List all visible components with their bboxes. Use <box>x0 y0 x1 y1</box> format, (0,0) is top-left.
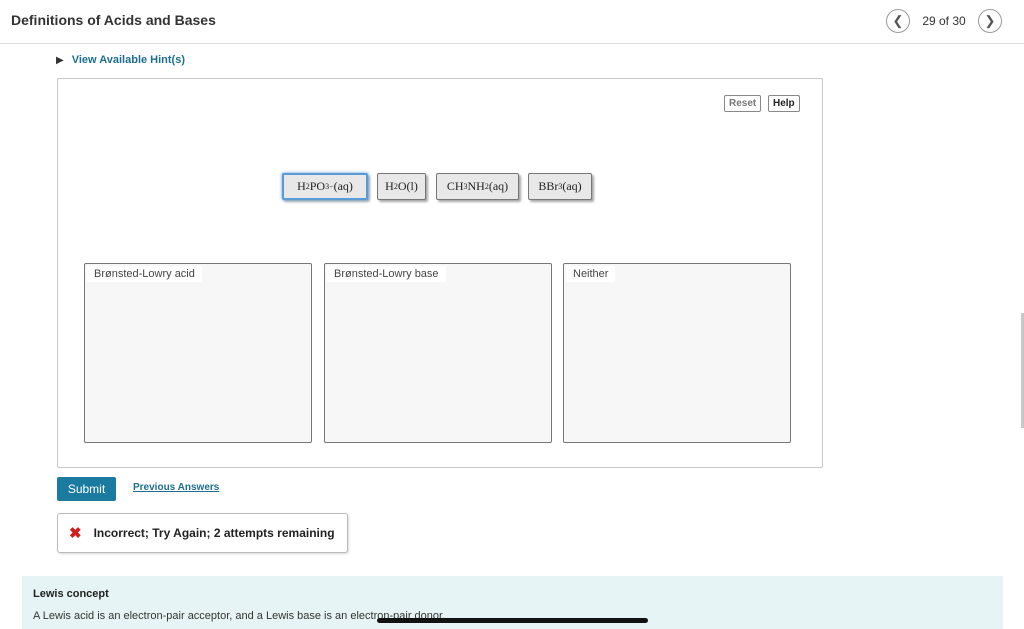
neither-zone[interactable]: Neither <box>563 263 791 443</box>
header: Definitions of Acids and Bases ❮ 29 of 3… <box>0 0 1024 44</box>
zone-label: Brønsted-Lowry base <box>327 266 446 282</box>
previous-item-button[interactable]: ❮ <box>886 9 910 33</box>
reset-button[interactable]: Reset <box>724 95 762 112</box>
x-icon: ✖ <box>69 525 82 542</box>
chevron-right-icon: ❯ <box>984 13 996 28</box>
page-count: 29 of 30 <box>922 14 966 28</box>
caret-right-icon: ▶ <box>56 54 64 66</box>
bronsted-lowry-acid-zone[interactable]: Brønsted-Lowry acid <box>84 263 312 443</box>
page-title: Definitions of Acids and Bases <box>11 12 216 28</box>
info-title: Lewis concept <box>33 588 109 600</box>
drag-drop-workspace: Reset Help H 2 PO 3− (aq) H 2 O (l) CH 3 NH 2 (aq)… <box>57 78 823 468</box>
feedback-message: Incorrect; Try Again; 2 attempts remaini… <box>93 526 335 540</box>
zone-label: Neither <box>566 266 616 282</box>
zone-label: Brønsted-Lowry acid <box>87 266 202 282</box>
help-button[interactable]: Help <box>768 95 800 112</box>
view-hints-toggle[interactable]: ▶ View Available Hint(s) <box>56 54 185 66</box>
home-indicator <box>377 618 648 623</box>
next-item-button[interactable]: ❯ <box>978 9 1002 33</box>
previous-answers-link[interactable]: Previous Answers <box>133 482 219 493</box>
view-hints-link[interactable]: View Available Hint(s) <box>72 54 185 66</box>
submit-button[interactable]: Submit <box>57 477 116 501</box>
chip-bbr3-aq[interactable]: BBr 3 (aq) <box>528 173 592 200</box>
chip-h2po3-aq[interactable]: H 2 PO 3− (aq) <box>282 173 368 200</box>
chip-h2o-l[interactable]: H 2 O (l) <box>377 173 426 200</box>
chevron-left-icon: ❮ <box>892 13 904 28</box>
feedback-box: ✖ Incorrect; Try Again; 2 attempts remai… <box>57 513 348 553</box>
chip-ch3nh2-aq[interactable]: CH 3 NH 2 (aq) <box>436 173 519 200</box>
bronsted-lowry-base-zone[interactable]: Brønsted-Lowry base <box>324 263 552 443</box>
pager: ❮ 29 of 30 ❯ <box>886 9 1002 33</box>
